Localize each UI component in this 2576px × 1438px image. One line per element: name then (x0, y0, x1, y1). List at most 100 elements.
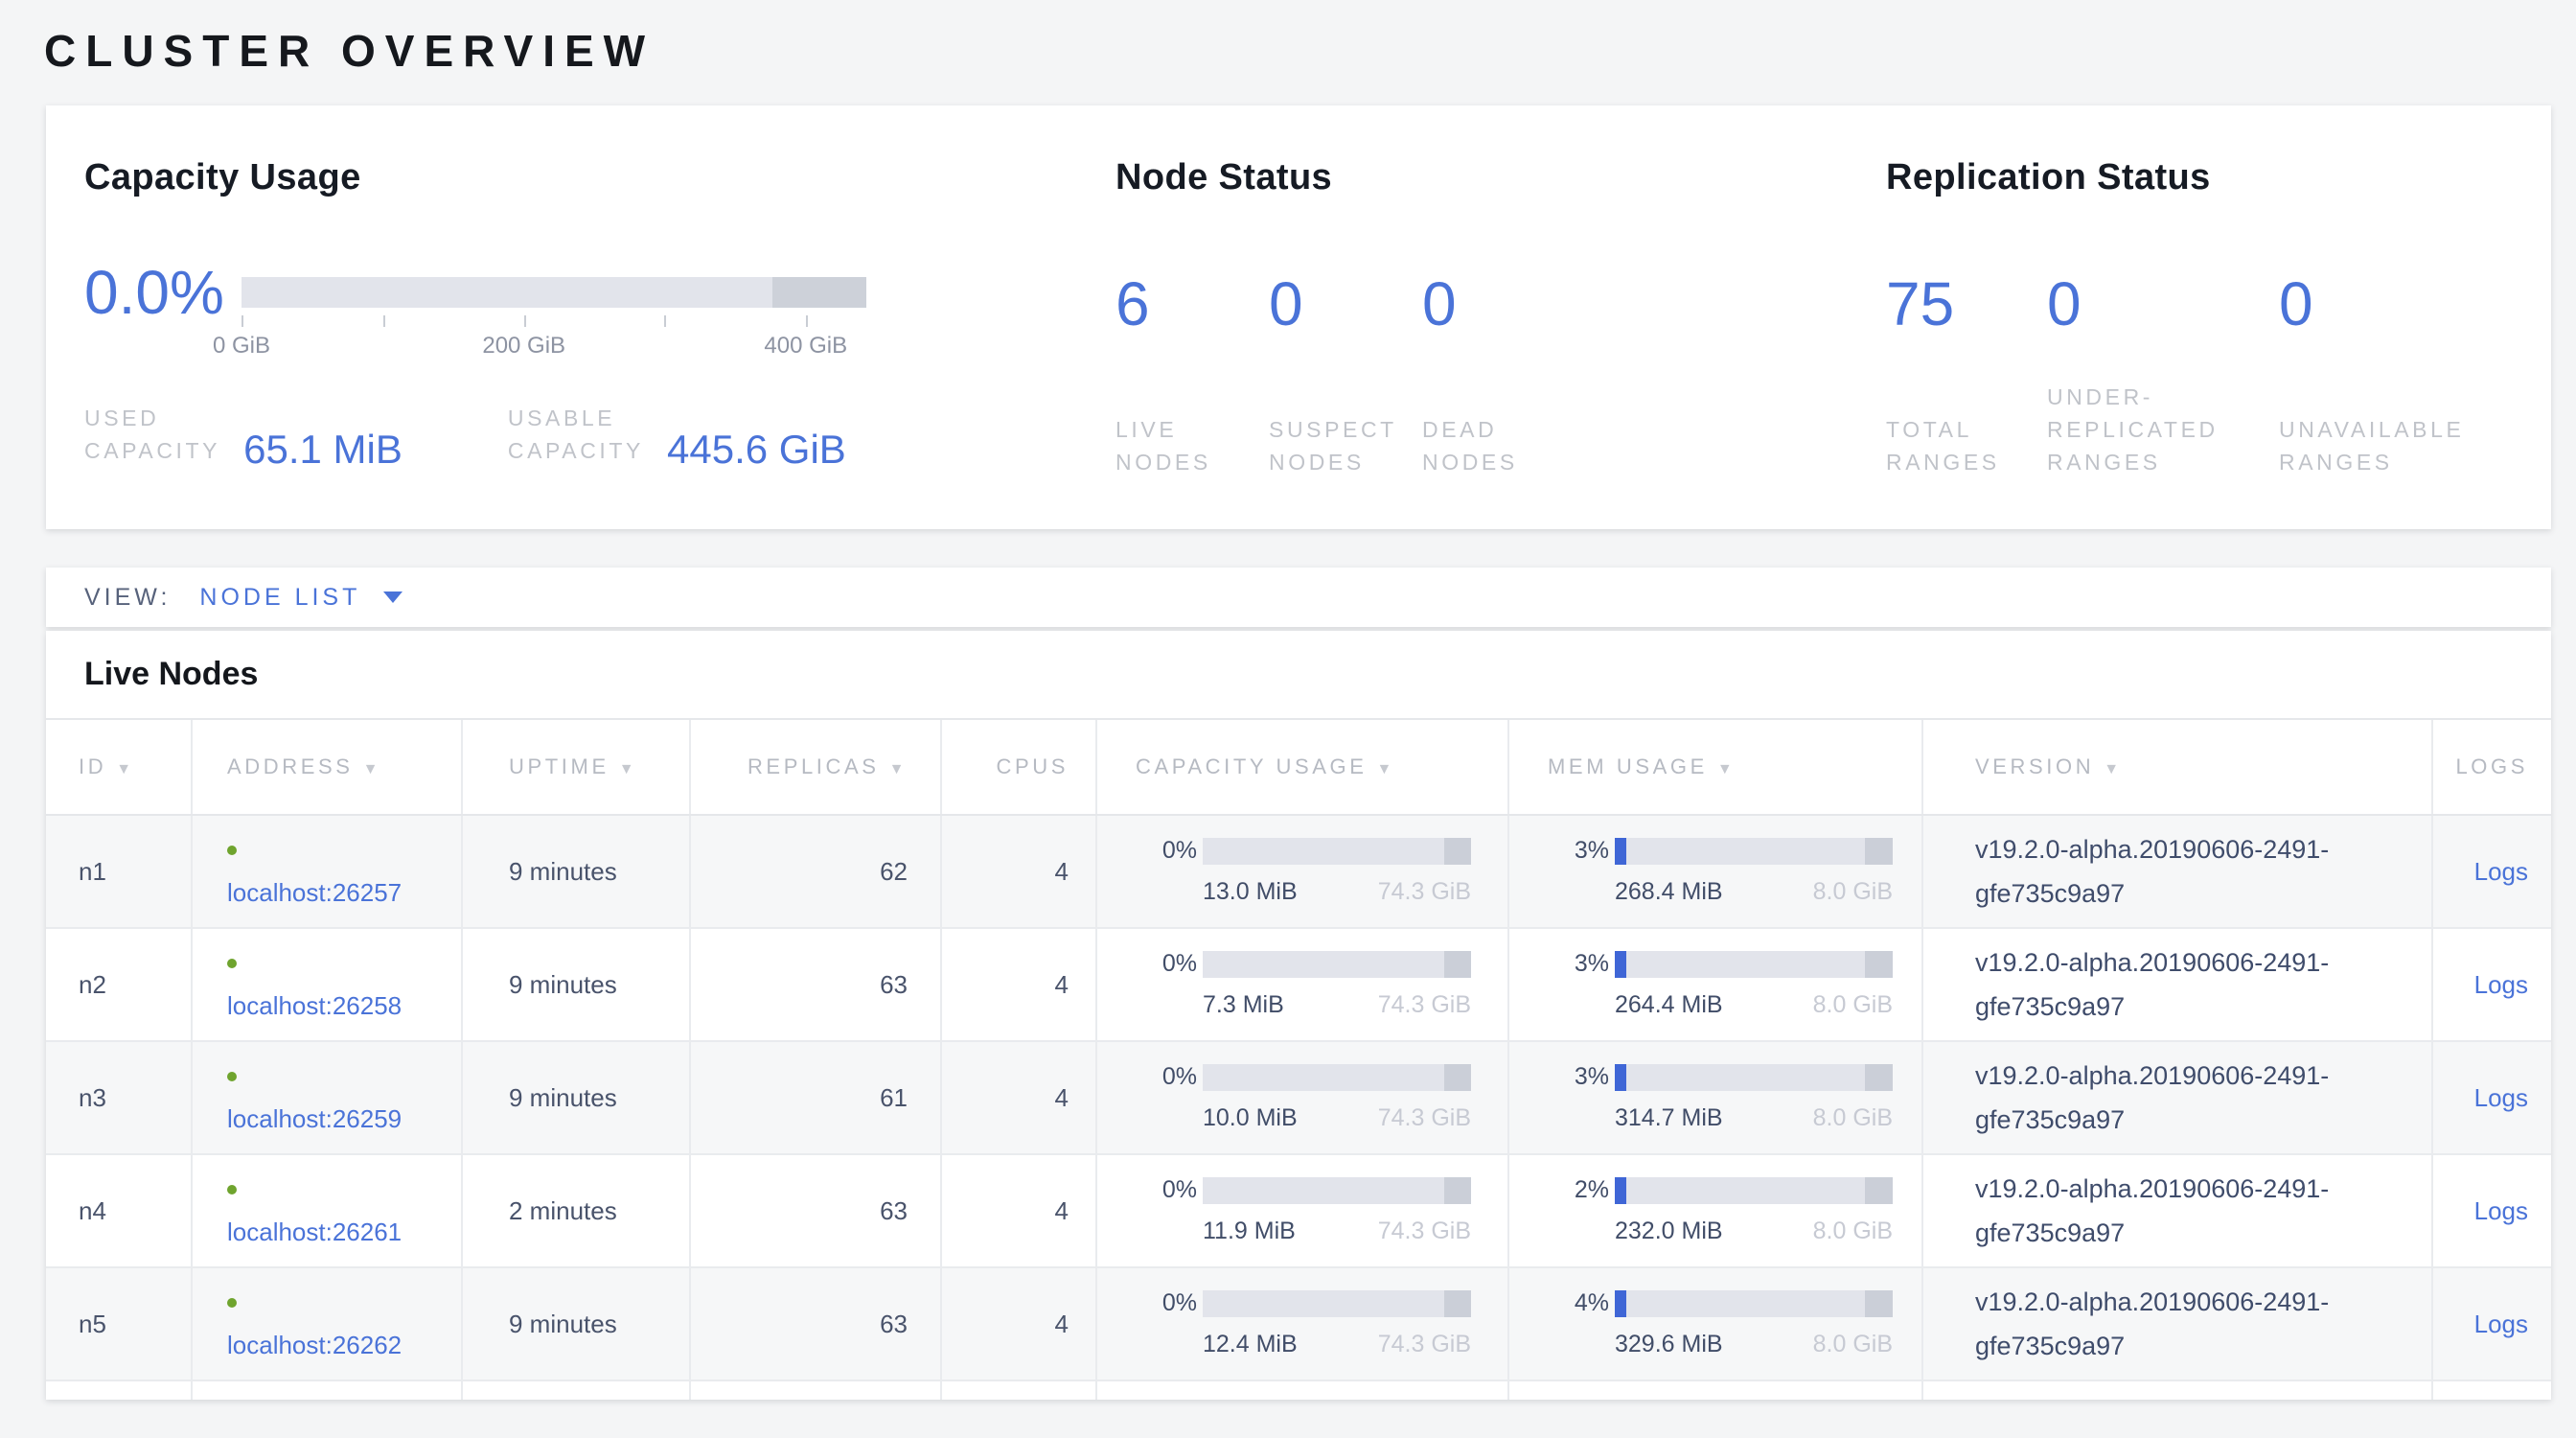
address-wrap: localhost:26262 (227, 1282, 411, 1366)
address-link[interactable]: localhost:26258 (227, 991, 402, 1020)
node-id-cell: n3 (46, 1041, 192, 1154)
capacity-bar-track (1203, 838, 1471, 865)
capacity-usage-cell: 0%13.0 MiB74.3 GiB (1096, 815, 1508, 928)
mem-bar-fill (1615, 838, 1626, 865)
logs-link[interactable]: Logs (2474, 1083, 2528, 1112)
table-row: n5localhost:262629 minutes6340%12.4 MiB7… (46, 1267, 2551, 1380)
column-header-capacity-usage[interactable]: CAPACITY USAGE▼ (1096, 719, 1508, 815)
capacity-stat: USABLECAPACITY445.6 GiB (508, 402, 846, 467)
replication-status-heading: Replication Status (1886, 157, 2551, 198)
capacity-used-label: 10.0 MiB (1203, 1104, 1298, 1132)
address-cell: localhost:26257 (192, 815, 462, 928)
uptime-cell: 9 minutes (462, 815, 690, 928)
partial-cell (2432, 1380, 2551, 1400)
column-header-version[interactable]: VERSION▼ (1922, 719, 2432, 815)
summary-card: Capacity Usage 0.0% 0 GiB200 GiB400 GiB … (46, 105, 2551, 529)
mem-meter: 3% (1540, 950, 1893, 978)
capacity-bar-reserved-segment (1444, 951, 1471, 978)
stat-number: 0 (2047, 271, 2279, 336)
view-selector[interactable]: NODE LIST (199, 584, 402, 612)
column-header-replicas[interactable]: REPLICAS▼ (690, 719, 941, 815)
capacity-total-label: 74.3 GiB (1378, 1104, 1471, 1132)
view-selected-value: NODE LIST (199, 584, 360, 612)
mem-bar-reserved-segment (1865, 1177, 1893, 1204)
live-nodes-heading: Live Nodes (46, 631, 2551, 693)
logs-cell: Logs (2432, 928, 2551, 1041)
mem-used-label: 268.4 MiB (1615, 878, 1723, 906)
column-header-label: REPLICAS (748, 754, 880, 778)
capacity-percent-label: 0% (1128, 1176, 1197, 1204)
column-header-address[interactable]: ADDRESS▼ (192, 719, 462, 815)
replicas-cell: 63 (690, 1154, 941, 1267)
address-link[interactable]: localhost:26262 (227, 1331, 402, 1359)
capacity-usage-cell: 0%10.0 MiB74.3 GiB (1096, 1041, 1508, 1154)
node-status-heading: Node Status (1116, 157, 1886, 198)
live-status-dot-icon (227, 959, 237, 968)
capacity-bar-track (1203, 1290, 1471, 1317)
column-header-uptime[interactable]: UPTIME▼ (462, 719, 690, 815)
mem-bar-fill (1615, 1177, 1626, 1204)
stat-value: 445.6 GiB (667, 432, 846, 467)
partial-cell (1922, 1380, 2432, 1400)
address-link[interactable]: localhost:26257 (227, 878, 402, 907)
capacity-usage-heading: Capacity Usage (84, 157, 1116, 198)
capacity-used-label: 7.3 MiB (1203, 991, 1284, 1019)
logs-cell: Logs (2432, 1154, 2551, 1267)
uptime-cell: 2 minutes (462, 1154, 690, 1267)
mem-total-label: 8.0 GiB (1813, 1218, 1893, 1245)
summary-stat: 0UNDER-REPLICATEDRANGES (2047, 271, 2279, 478)
mem-percent-label: 4% (1540, 1289, 1609, 1317)
mem-bar-reserved-segment (1865, 951, 1893, 978)
mem-bar-reserved-segment (1865, 1290, 1893, 1317)
capacity-chart: 0.0% 0 GiB200 GiB400 GiB (84, 252, 1116, 333)
table-row-partial (46, 1380, 2551, 1400)
partial-cell (462, 1380, 690, 1400)
capacity-bar-track (1203, 951, 1471, 978)
column-header-label: CPUS (996, 754, 1069, 778)
version-cell: v19.2.0-alpha.20190606-2491-gfe735c9a97 (1922, 1041, 2432, 1154)
address-link[interactable]: localhost:26259 (227, 1104, 402, 1133)
live-nodes-card: Live Nodes ID▼ADDRESS▼UPTIME▼REPLICAS▼CP… (46, 631, 2551, 1400)
node-id-cell: n1 (46, 815, 192, 928)
column-header-id[interactable]: ID▼ (46, 719, 192, 815)
logs-link[interactable]: Logs (2474, 970, 2528, 999)
mem-meter-labels: 268.4 MiB8.0 GiB (1615, 878, 1893, 906)
live-status-dot-icon (227, 1072, 237, 1081)
column-header-label: LOGS (2455, 754, 2528, 778)
capacity-usage-cell: 0%12.4 MiB74.3 GiB (1096, 1267, 1508, 1380)
mem-meter: 3% (1540, 837, 1893, 865)
mem-total-label: 8.0 GiB (1813, 1104, 1893, 1132)
cpus-cell: 4 (941, 1267, 1096, 1380)
logs-link[interactable]: Logs (2474, 1196, 2528, 1225)
address-cell: localhost:26261 (192, 1154, 462, 1267)
capacity-usage-panel: Capacity Usage 0.0% 0 GiB200 GiB400 GiB … (84, 157, 1116, 529)
table-row: n2localhost:262589 minutes6340%7.3 MiB74… (46, 928, 2551, 1041)
logs-link[interactable]: Logs (2474, 1310, 2528, 1338)
mem-percent-label: 3% (1540, 950, 1609, 978)
version-cell: v19.2.0-alpha.20190606-2491-gfe735c9a97 (1922, 1267, 2432, 1380)
column-header-mem-usage[interactable]: MEM USAGE▼ (1508, 719, 1922, 815)
column-header-label: MEM USAGE (1548, 754, 1708, 778)
capacity-percent-label: 0% (1128, 950, 1197, 978)
mem-bar-fill (1615, 1064, 1626, 1091)
stat-label: DEADNODES (1422, 413, 1576, 478)
address-link[interactable]: localhost:26261 (227, 1218, 402, 1246)
stat-label: SUSPECTNODES (1269, 413, 1422, 478)
column-header-label: CAPACITY USAGE (1136, 754, 1368, 778)
capacity-meter: 0% (1128, 950, 1471, 978)
mem-meter: 2% (1540, 1176, 1893, 1204)
capacity-used-label: 13.0 MiB (1203, 878, 1298, 906)
logs-link[interactable]: Logs (2474, 857, 2528, 886)
capacity-used-label: 11.9 MiB (1203, 1218, 1296, 1245)
capacity-stat: USEDCAPACITY65.1 MiB (84, 402, 402, 467)
view-bar: VIEW: NODE LIST (46, 568, 2551, 627)
live-status-dot-icon (227, 846, 237, 855)
mem-total-label: 8.0 GiB (1813, 991, 1893, 1019)
mem-bar-track (1615, 838, 1893, 865)
mem-meter: 3% (1540, 1063, 1893, 1091)
capacity-meter: 0% (1128, 1289, 1471, 1317)
node-status-stats: 6LIVENODES0SUSPECTNODES0DEADNODES (1116, 271, 1886, 478)
view-label: VIEW: (84, 584, 171, 612)
sort-arrow-icon: ▼ (619, 761, 637, 777)
mem-percent-label: 2% (1540, 1176, 1609, 1204)
